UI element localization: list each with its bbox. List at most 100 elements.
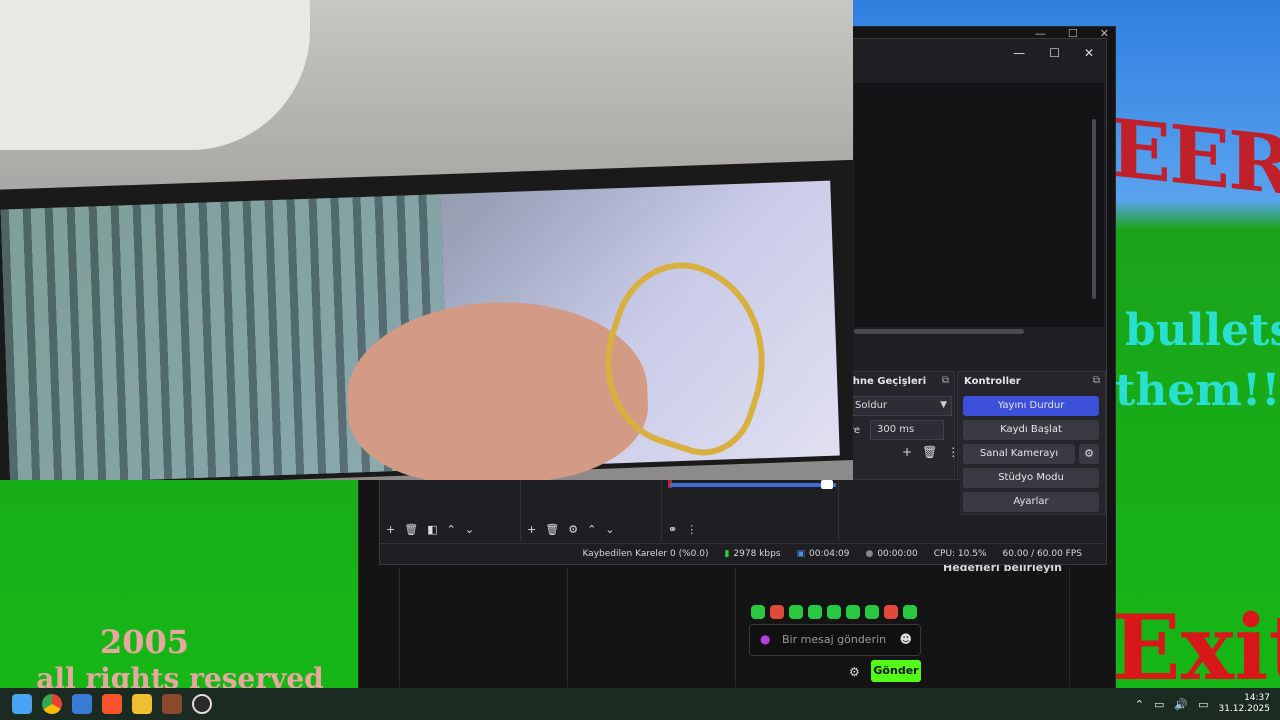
wallpaper-them-text: them!!: [1115, 365, 1280, 416]
file-explorer-icon[interactable]: [132, 694, 152, 714]
minimize-icon[interactable]: —: [1013, 46, 1025, 60]
fps: 60.00 / 60.00 FPS: [1003, 549, 1082, 559]
controls-dock: Kontroller ⧉ Yayını Durdur Kaydı Başlat …: [957, 371, 1106, 515]
cpu-usage: CPU: 10.5%: [934, 549, 987, 559]
start-virtual-camera-button[interactable]: Sanal Kamerayı Başlat: [963, 444, 1075, 479]
transition-select[interactable]: Soldur ▼: [848, 396, 952, 416]
chevron-down-icon: ▼: [940, 400, 947, 410]
clock-date: 31.12.2025: [1218, 704, 1270, 714]
undock-icon[interactable]: ⧉: [942, 375, 949, 386]
webcam-overlay: [0, 0, 853, 480]
bitrate-text: 2978 kbps: [733, 548, 781, 559]
advanced-audio-icon[interactable]: ⚭: [668, 523, 677, 536]
studio-mode-button[interactable]: Stüdyo Modu: [963, 468, 1099, 488]
emote-icon[interactable]: [884, 605, 898, 619]
phone-screen-image: [0, 180, 840, 480]
volume-icon[interactable]: 🔊: [1174, 698, 1188, 711]
obs-preview-area[interactable]: [854, 83, 1104, 327]
volume-slider[interactable]: [670, 483, 836, 487]
chevron-up-icon[interactable]: ⌃: [587, 523, 596, 536]
record-icon: ●: [865, 548, 874, 559]
system-tray: ⌃ ▭ 🔊 ▭ 14:37 31.12.2025: [1135, 688, 1270, 720]
add-icon[interactable]: +: [386, 523, 395, 536]
emote-icon[interactable]: [846, 605, 860, 619]
chevron-up-icon[interactable]: ⌃: [1135, 698, 1144, 711]
emote-bar: [751, 605, 917, 619]
chrome-icon[interactable]: [42, 694, 62, 714]
trash-icon[interactable]: 🗑: [404, 523, 418, 536]
trash-icon[interactable]: 🗑: [922, 445, 937, 459]
phone-image: [0, 159, 853, 480]
network-icon[interactable]: ▭: [1154, 698, 1164, 711]
maximize-icon[interactable]: ☐: [1049, 46, 1060, 60]
gear-icon[interactable]: ⚙: [1079, 444, 1099, 464]
dock-title: ahne Geçişleri: [846, 376, 927, 387]
stream-timer: ▣ 00:04:09: [797, 549, 850, 559]
undock-icon[interactable]: ⧉: [1093, 375, 1100, 386]
game-controller-image: [0, 0, 310, 150]
emote-icon[interactable]: [865, 605, 879, 619]
cpu-text: CPU: 10.5%: [933, 548, 987, 559]
gear-icon[interactable]: ⚙: [568, 523, 578, 536]
taskbar-apps: [0, 694, 212, 714]
fps-text: 60.00 / 60.00 FPS: [1002, 548, 1082, 559]
sources-toolbar: + 🗑 ⚙ ⌃ ⌄: [527, 523, 615, 536]
emote-icon[interactable]: [789, 605, 803, 619]
horizontal-scrollbar[interactable]: [854, 329, 1024, 334]
transition-toolbar: + 🗑 ⋮: [902, 445, 959, 459]
game-app-icon[interactable]: [162, 694, 182, 714]
start-record-button[interactable]: Kaydı Başlat: [963, 420, 1099, 440]
brave-icon[interactable]: [102, 694, 122, 714]
scenes-toolbar: + 🗑 ◧ ⌃ ⌄: [386, 523, 474, 536]
filter-icon[interactable]: ◧: [427, 523, 437, 536]
column-divider: [1069, 567, 1070, 687]
bitrate: ▮ 2978 kbps: [724, 549, 780, 559]
emote-icon[interactable]: [808, 605, 822, 619]
wallpaper-exit-text: Exit: [1112, 595, 1280, 701]
stop-stream-button[interactable]: Yayını Durdur: [963, 396, 1099, 416]
send-button[interactable]: Gönder: [871, 660, 921, 682]
dropped-frames-text: Kaybedilen Kareler 0 (%0.0): [582, 548, 709, 559]
chevron-down-icon[interactable]: ⌄: [465, 523, 474, 536]
taskbar: ⌃ ▭ 🔊 ▭ 14:37 31.12.2025: [0, 688, 1280, 720]
emoji-icon[interactable]: ☻: [899, 632, 912, 646]
wallpaper-title-fragment: EER: [1110, 100, 1280, 214]
vertical-scrollbar[interactable]: [1092, 119, 1096, 299]
clock-time: 14:37: [1244, 693, 1270, 703]
windows-start-icon[interactable]: [12, 694, 32, 714]
gear-icon[interactable]: ⚙: [849, 665, 860, 679]
obs-icon[interactable]: [192, 694, 212, 714]
emote-icon[interactable]: [751, 605, 765, 619]
battery-icon[interactable]: ▭: [1198, 698, 1208, 711]
chat-placeholder: Bir mesaj gönderin: [782, 633, 887, 646]
emote-icon[interactable]: [770, 605, 784, 619]
add-icon[interactable]: +: [902, 445, 912, 459]
audio-mixer-toolbar: ⚭ ⋮: [668, 523, 697, 536]
record-timer: ● 00:00:00: [865, 549, 917, 559]
duration-input[interactable]: 300 ms: [870, 420, 944, 440]
chevron-up-icon[interactable]: ⌃: [447, 523, 456, 536]
dock-divider: [520, 479, 521, 541]
microphone-icon[interactable]: ●: [760, 632, 770, 646]
stream-icon: ▣: [796, 548, 806, 559]
transition-value: Soldur: [855, 400, 888, 411]
emote-icon[interactable]: [903, 605, 917, 619]
clock[interactable]: 14:37 31.12.2025: [1218, 693, 1270, 715]
settings-button[interactable]: Ayarlar: [963, 492, 1099, 512]
store-icon[interactable]: [72, 694, 92, 714]
emote-icon[interactable]: [827, 605, 841, 619]
close-icon[interactable]: ✕: [1084, 46, 1094, 60]
more-icon[interactable]: ⋮: [686, 523, 697, 536]
trash-icon[interactable]: 🗑: [545, 523, 559, 536]
column-divider: [399, 567, 400, 687]
signal-bars-icon: ▮: [724, 548, 730, 559]
chat-input[interactable]: ● Bir mesaj gönderin ☻: [749, 624, 921, 656]
chevron-down-icon[interactable]: ⌄: [605, 523, 614, 536]
dock-title: Kontroller: [964, 376, 1021, 387]
obs-status-bar: Kaybedilen Kareler 0 (%0.0) ▮ 2978 kbps …: [380, 543, 1104, 563]
wallpaper-year: 2005: [100, 623, 190, 661]
volume-knob[interactable]: [821, 480, 833, 489]
record-time-text: 00:00:00: [877, 548, 918, 559]
add-icon[interactable]: +: [527, 523, 536, 536]
dock-divider: [661, 479, 662, 541]
